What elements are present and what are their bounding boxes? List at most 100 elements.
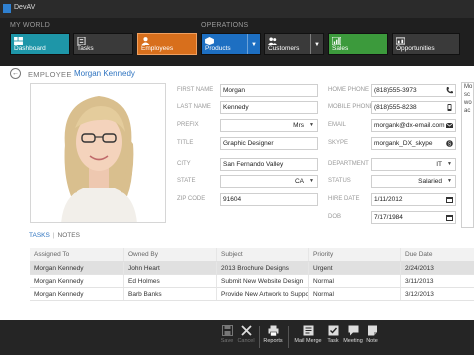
state-select[interactable]: CA ▼ <box>220 175 318 188</box>
tab-separator: | <box>52 232 55 239</box>
tab-notes[interactable]: NOTES <box>58 232 80 239</box>
tasks-grid: Assigned To Owned By Subject Priority Du… <box>30 248 474 301</box>
first-name-field[interactable]: Morgan <box>220 84 318 97</box>
column-header-due-date[interactable]: Due Date <box>401 248 474 261</box>
bottom-bar-divider <box>288 326 289 348</box>
dob-field[interactable]: 7/17/1984 <box>371 211 456 224</box>
state-label: STATE <box>177 178 196 184</box>
reports-button[interactable]: Reports <box>262 325 284 351</box>
department-select[interactable]: IT ▼ <box>371 158 456 171</box>
app-logo-icon <box>3 4 11 13</box>
save-icon <box>221 325 233 336</box>
tile-dashboard[interactable]: Dashboard <box>10 33 70 55</box>
chevron-down-icon: ▼ <box>309 178 314 184</box>
cancel-button[interactable]: Cancel <box>236 325 256 351</box>
prefix-value: Mrs <box>293 122 304 129</box>
skype-icon[interactable]: S <box>446 140 453 147</box>
mobile-phone-icon[interactable] <box>446 104 453 111</box>
tile-employees[interactable]: Employees <box>137 33 197 55</box>
column-header-owned-by[interactable]: Owned By <box>124 248 217 261</box>
skype-label: SKYPE <box>328 140 349 146</box>
city-label: CITY <box>177 161 191 167</box>
note-label: Note <box>366 338 378 344</box>
navigation-ribbon: MY WORLD OPERATIONS Dashboard Tasks Empl… <box>0 18 474 66</box>
tile-customers-divider <box>310 34 311 54</box>
task-button[interactable]: Task <box>325 325 341 351</box>
dob-label: DOB <box>328 214 342 220</box>
home-phone-value: (818)555-3973 <box>374 87 417 94</box>
section-caption: EMPLOYEE <box>28 70 72 79</box>
tile-sales[interactable]: Sales <box>328 33 388 55</box>
status-value: Salaried <box>418 178 442 185</box>
skype-field[interactable]: morgank_DX_skype S <box>371 137 456 150</box>
table-row[interactable]: Morgan Kennedy Barb Banks Provide New Ar… <box>30 288 474 301</box>
column-header-priority[interactable]: Priority <box>309 248 401 261</box>
first-name-value: Morgan <box>223 87 246 94</box>
home-phone-field[interactable]: (818)555-3973 <box>371 84 456 97</box>
save-button[interactable]: Save <box>218 325 236 351</box>
grid-header-row: Assigned To Owned By Subject Priority Du… <box>30 248 474 262</box>
customers-dropdown-icon[interactable]: ▼ <box>314 42 320 48</box>
title-field[interactable]: Graphic Designer <box>220 137 318 150</box>
back-button[interactable]: ← <box>10 68 21 79</box>
meeting-label: Meeting <box>343 338 363 344</box>
city-value: San Fernando Valley <box>223 161 284 168</box>
email-value: morgank@dx-email.com <box>374 122 445 129</box>
bottom-bar-divider <box>259 326 260 348</box>
department-value: IT <box>436 161 442 168</box>
tile-customers[interactable]: Customers ▼ <box>264 33 324 55</box>
skype-value: morgank_DX_skype <box>374 140 433 147</box>
sales-icon <box>332 37 341 45</box>
table-row[interactable]: Morgan Kennedy Ed Holmes Submit New Webs… <box>30 275 474 288</box>
calendar-icon[interactable] <box>446 196 453 203</box>
notes-textarea[interactable]: Mo sc wo ac <box>461 82 474 228</box>
products-dropdown-icon[interactable]: ▼ <box>251 42 257 48</box>
zip-value: 91604 <box>223 196 242 203</box>
chevron-down-icon: ▼ <box>447 161 452 167</box>
app-title: DevAV <box>14 4 36 11</box>
hire-date-field[interactable]: 1/11/2012 <box>371 193 456 206</box>
group-label-my-world: MY WORLD <box>10 22 50 29</box>
note-button[interactable]: Note <box>365 325 379 351</box>
first-name-label: FIRST NAME <box>177 87 214 93</box>
status-select[interactable]: Salaried ▼ <box>371 175 456 188</box>
employee-portrait-image <box>31 84 165 222</box>
phone-icon[interactable] <box>446 87 453 94</box>
tab-tasks[interactable]: TASKS <box>29 232 50 239</box>
tile-products[interactable]: Products ▼ <box>201 33 261 55</box>
cell-due-date: 3/11/2013 <box>405 278 434 285</box>
dashboard-icon <box>14 37 23 45</box>
tile-tasks[interactable]: Tasks <box>73 33 133 55</box>
chevron-down-icon: ▼ <box>309 122 314 128</box>
prefix-select[interactable]: Mrs ▼ <box>220 119 318 132</box>
cell-assigned-to: Morgan Kennedy <box>30 262 124 274</box>
employee-photo <box>30 83 166 223</box>
table-row[interactable]: Morgan Kennedy John Heart 2013 Brochure … <box>30 262 474 275</box>
tile-products-label: Products <box>205 45 231 52</box>
mail-merge-button[interactable]: Mail Merge <box>292 325 324 351</box>
cell-assigned-to: Morgan Kennedy <box>30 275 124 287</box>
mail-merge-icon <box>303 325 313 336</box>
column-header-assigned-to[interactable]: Assigned To <box>30 248 124 261</box>
products-icon <box>205 37 214 45</box>
last-name-field[interactable]: Kennedy <box>220 101 318 114</box>
tile-dashboard-label: Dashboard <box>14 45 46 52</box>
cell-due-date: 2/24/2013 <box>405 265 434 272</box>
meeting-button[interactable]: Meeting <box>342 325 364 351</box>
city-field[interactable]: San Fernando Valley <box>220 158 318 171</box>
save-label: Save <box>220 338 234 344</box>
mobile-phone-value: (818)555-8238 <box>374 104 417 111</box>
dob-value: 7/17/1984 <box>374 214 403 221</box>
email-field[interactable]: morgank@dx-email.com <box>371 119 456 132</box>
calendar-icon[interactable] <box>446 214 453 221</box>
task-label: Task <box>327 338 339 344</box>
column-header-subject[interactable]: Subject <box>217 248 309 261</box>
tile-opportunities[interactable]: Opportunities <box>392 33 460 55</box>
mobile-phone-label: MOBILE PHONE <box>328 104 374 110</box>
mail-icon[interactable] <box>446 122 453 129</box>
cell-owned-by: Ed Holmes <box>124 275 217 287</box>
chevron-down-icon: ▼ <box>447 178 452 184</box>
mobile-phone-field[interactable]: (818)555-8238 <box>371 101 456 114</box>
zip-field[interactable]: 91604 <box>220 193 318 206</box>
tile-products-divider <box>247 34 248 54</box>
